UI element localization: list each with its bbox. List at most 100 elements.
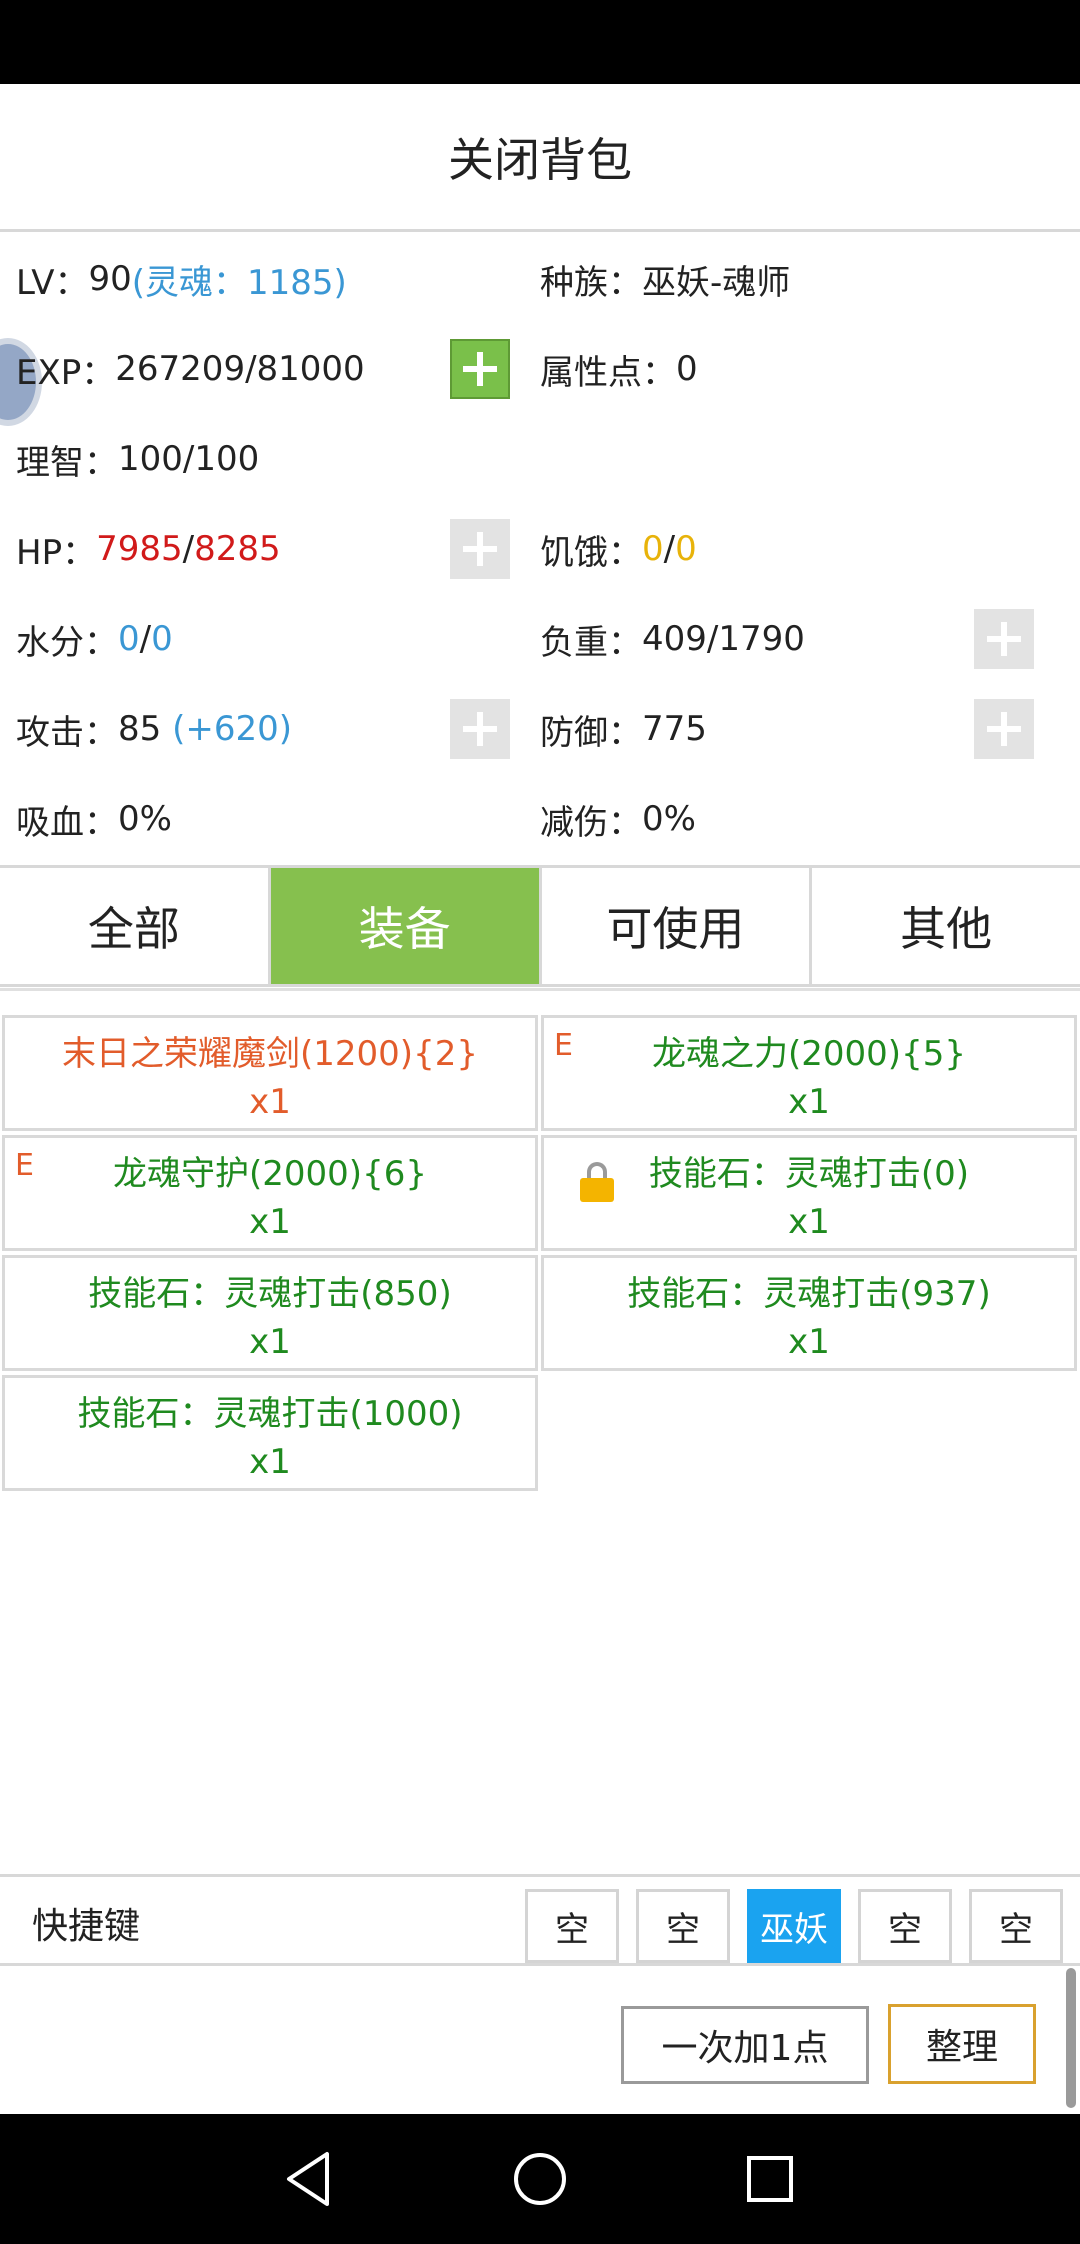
stat-row-exp: EXP： 267209/81000 属性点： 0 <box>0 324 1080 414</box>
back-icon[interactable] <box>275 2144 345 2214</box>
close-backpack-title[interactable]: 关闭背包 <box>0 84 1080 232</box>
stat-attack-value: 85 <box>118 709 162 749</box>
shortcut-slot[interactable]: 空 <box>525 1889 619 1963</box>
item-name: 龙魂之力(2000){5} <box>652 1034 966 1074</box>
stat-hunger-current: 0 <box>642 529 664 569</box>
stat-attack-label: 攻击： <box>16 712 118 753</box>
stat-water-label: 水分： <box>16 622 118 663</box>
inventory-item[interactable]: 技能石：灵魂打击(0) x1 <box>541 1135 1077 1251</box>
stat-row-lifesteal: 吸血： 0% 减伤： 0% <box>0 774 1080 864</box>
tab-usable[interactable]: 可使用 <box>542 868 813 984</box>
inventory-item[interactable]: 技能石：灵魂打击(1000) x1 <box>2 1375 538 1491</box>
stat-defense: 防御： 775 <box>540 684 707 774</box>
shortcut-bar: 快捷键 空 空 巫妖 空 空 <box>0 1874 1080 1966</box>
stat-sanity-label: 理智： <box>16 442 118 483</box>
shortcut-slot[interactable]: 空 <box>969 1889 1063 1963</box>
stat-attack-bonus: (+620) <box>172 709 292 749</box>
stat-water: 水分： 0/0 <box>16 594 173 684</box>
item-qty: x1 <box>788 1202 830 1242</box>
shortcut-slot[interactable]: 空 <box>636 1889 730 1963</box>
recents-icon[interactable] <box>735 2144 805 2214</box>
stat-exp-label: EXP： <box>16 352 116 393</box>
shortcut-slot-active[interactable]: 巫妖 <box>747 1889 841 1963</box>
stat-hunger-label: 饥饿： <box>540 532 642 573</box>
stat-defense-value: 775 <box>642 709 707 749</box>
stat-hp-label: HP： <box>16 532 97 573</box>
inventory-item[interactable]: E 龙魂之力(2000){5} x1 <box>541 1015 1077 1131</box>
plus-icon-stroke <box>477 352 483 386</box>
stat-lifesteal-label: 吸血： <box>16 802 118 843</box>
load-add-button[interactable] <box>974 609 1034 669</box>
item-qty: x1 <box>249 1082 291 1122</box>
stat-hp-sep: / <box>182 529 195 569</box>
stat-load-value: 409/1790 <box>642 619 805 659</box>
tab-divider <box>0 983 1080 991</box>
shortcut-slot[interactable]: 空 <box>858 1889 952 1963</box>
tab-other[interactable]: 其他 <box>812 868 1080 984</box>
stat-exp-value: 267209/81000 <box>115 349 365 389</box>
inventory-item[interactable]: E 龙魂守护(2000){6} x1 <box>2 1135 538 1251</box>
home-icon[interactable] <box>505 2144 575 2214</box>
stat-row-sanity: 理智： 100/100 <box>0 414 1080 504</box>
item-qty: x1 <box>788 1082 830 1122</box>
stat-race-label: 种族： <box>540 262 642 303</box>
sort-button[interactable]: 整理 <box>888 2004 1036 2084</box>
stat-race-value: 巫妖-魂师 <box>642 262 791 303</box>
inventory-item[interactable]: 末日之荣耀魔剑(1200){2} x1 <box>2 1015 538 1131</box>
stat-soul-value: (灵魂：1185) <box>131 262 347 303</box>
stat-dmg-reduce-label: 减伤： <box>540 802 642 843</box>
stat-level-value: 90 <box>88 259 132 299</box>
scrollbar[interactable] <box>1066 1968 1076 2108</box>
stat-attr-points: 属性点： 0 <box>540 324 698 414</box>
inventory-item[interactable]: 技能石：灵魂打击(937) x1 <box>541 1255 1077 1371</box>
stat-level: LV： 90 (灵魂：1185) <box>16 234 347 324</box>
stat-hunger-max: 0 <box>675 529 697 569</box>
stat-defense-label: 防御： <box>540 712 642 753</box>
attack-add-button[interactable] <box>450 699 510 759</box>
backpack-screen: 关闭背包 LV： 90 (灵魂：1185) 种族： 巫妖-魂师 EXP： 267… <box>0 84 1080 2114</box>
stat-hp-max: 8285 <box>194 529 281 569</box>
stat-water-current: 0 <box>118 619 140 659</box>
shortcut-label: 快捷键 <box>32 1906 141 1947</box>
inventory-item[interactable]: 技能石：灵魂打击(850) x1 <box>2 1255 538 1371</box>
stat-race: 种族： 巫妖-魂师 <box>540 234 790 324</box>
stat-row-hp: HP： 7985/8285 饥饿： 0/0 <box>0 504 1080 594</box>
item-name: 末日之荣耀魔剑(1200){2} <box>62 1034 478 1074</box>
stat-attr-points-label: 属性点： <box>540 352 676 393</box>
hp-add-button[interactable] <box>450 519 510 579</box>
item-qty: x1 <box>788 1322 830 1362</box>
stat-attack: 攻击： 85 (+620) <box>16 684 292 774</box>
stat-row-level: LV： 90 (灵魂：1185) 种族： 巫妖-魂师 <box>0 234 1080 324</box>
exp-add-button[interactable] <box>450 339 510 399</box>
stat-lifesteal: 吸血： 0% <box>16 774 172 864</box>
stat-water-max: 0 <box>151 619 173 659</box>
stat-load: 负重： 409/1790 <box>540 594 805 684</box>
item-qty: x1 <box>249 1442 291 1482</box>
plus-icon-stroke <box>1001 622 1007 656</box>
stat-water-sep: / <box>139 619 152 659</box>
stat-row-water: 水分： 0/0 负重： 409/1790 <box>0 594 1080 684</box>
stat-row-attack: 攻击： 85 (+620) 防御： 775 <box>0 684 1080 774</box>
plus-icon-stroke <box>477 712 483 746</box>
stat-exp: EXP： 267209/81000 <box>16 324 365 414</box>
item-name: 技能石：灵魂打击(1000) <box>77 1394 463 1434</box>
stat-dmg-reduce: 减伤： 0% <box>540 774 696 864</box>
item-name: 技能石：灵魂打击(850) <box>88 1274 452 1314</box>
tab-equipment[interactable]: 装备 <box>270 868 542 984</box>
stat-hunger: 饥饿： 0/0 <box>540 504 697 594</box>
add-one-point-button[interactable]: 一次加1点 <box>621 2006 869 2084</box>
stat-attr-points-value: 0 <box>676 349 698 389</box>
stat-dmg-reduce-value: 0% <box>642 799 696 839</box>
stat-sanity-value: 100/100 <box>118 439 260 479</box>
item-qty: x1 <box>249 1202 291 1242</box>
stat-load-label: 负重： <box>540 622 642 663</box>
plus-icon-stroke <box>477 532 483 566</box>
defense-add-button[interactable] <box>974 699 1034 759</box>
item-name: 龙魂守护(2000){6} <box>113 1154 427 1194</box>
tab-all[interactable]: 全部 <box>0 868 271 984</box>
stat-hunger-sep: / <box>663 529 676 569</box>
item-name: 技能石：灵魂打击(0) <box>648 1154 970 1194</box>
system-nav-bar <box>0 2114 1080 2244</box>
item-qty: x1 <box>249 1322 291 1362</box>
stat-level-label: LV： <box>16 262 89 303</box>
